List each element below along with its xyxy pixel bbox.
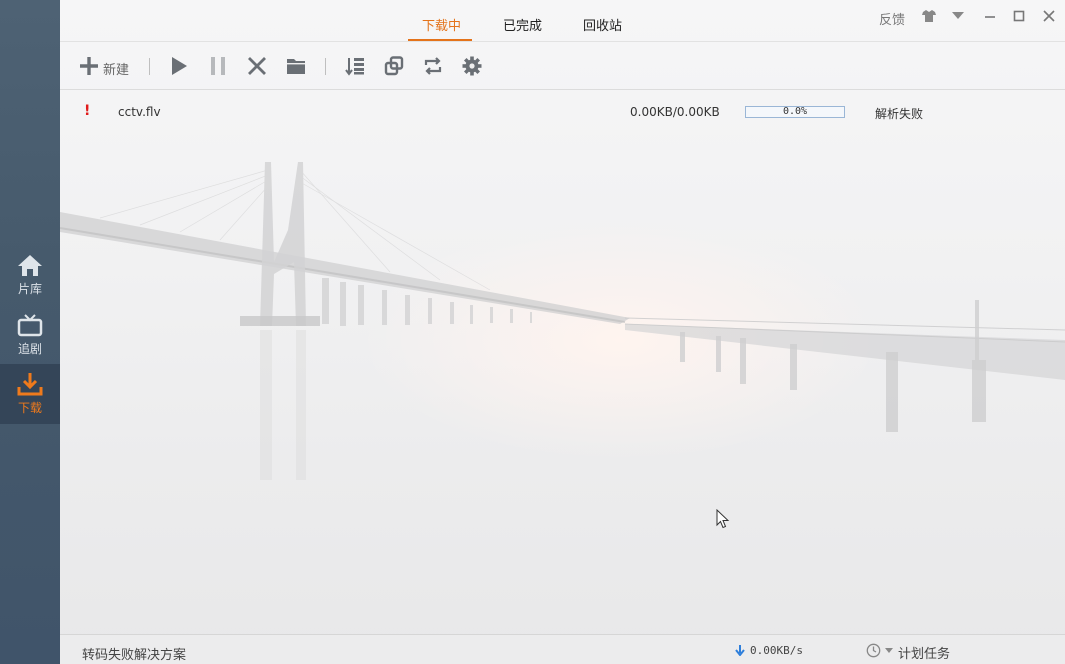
new-task-button[interactable] — [77, 54, 101, 78]
progress-text: 0.0% — [782, 106, 808, 117]
sidebar-item-download[interactable]: 下载 — [0, 364, 60, 424]
close-icon[interactable] — [1043, 10, 1055, 22]
file-size: 0.00KB/0.00KB — [630, 105, 720, 119]
home-icon — [18, 255, 42, 276]
transcode-fail-solution-link[interactable]: 转码失败解决方案 — [82, 644, 186, 663]
minimize-icon[interactable] — [984, 10, 996, 22]
download-status: 解析失败 — [875, 107, 924, 121]
sidebar-item-label: 下载 — [17, 401, 42, 415]
sidebar-item-label: 追剧 — [17, 342, 42, 356]
repeat-icon — [424, 57, 442, 75]
progress-bar: 0.0% — [745, 106, 845, 118]
x-icon — [248, 57, 266, 75]
clock-icon[interactable] — [866, 643, 881, 658]
tab-recycle-bin[interactable]: 回收站 — [583, 15, 622, 34]
file-name: cctv.flv — [118, 105, 161, 119]
plus-icon — [80, 57, 98, 75]
status-bar: 转码失败解决方案 0.00KB/s 计划任务 — [60, 634, 1065, 664]
start-button[interactable] — [167, 54, 191, 78]
folder-icon — [287, 59, 305, 74]
sidebar: 片库 追剧 下载 — [0, 0, 60, 664]
toolbar-divider — [325, 58, 326, 75]
chevron-down-icon[interactable] — [885, 648, 893, 653]
main-panel: 下载中 已完成 回收站 反馈 新建 ! cctv.flv 0.00KB/0.00… — [60, 0, 1065, 664]
sort-list-icon — [345, 58, 364, 76]
tab-completed[interactable]: 已完成 — [503, 15, 542, 34]
title-bar: 下载中 已完成 回收站 反馈 — [60, 0, 1065, 42]
sidebar-item-series[interactable]: 追剧 — [0, 306, 60, 364]
copy-button[interactable] — [382, 54, 406, 78]
sort-button[interactable] — [343, 54, 367, 78]
active-tab-indicator — [408, 39, 472, 41]
mouse-cursor-icon — [716, 509, 730, 529]
skin-shirt-icon[interactable] — [922, 10, 936, 22]
toolbar: 新建 — [60, 42, 1065, 90]
menu-dropdown-icon[interactable] — [952, 12, 964, 20]
toolbar-divider — [149, 58, 150, 75]
delete-button[interactable] — [245, 54, 269, 78]
error-icon: ! — [84, 103, 91, 119]
maximize-icon[interactable] — [1013, 10, 1025, 22]
pause-icon — [211, 57, 225, 75]
download-speed-icon — [735, 645, 745, 656]
download-row[interactable]: ! cctv.flv 0.00KB/0.00KB 0.0% 解析失败 — [60, 98, 1065, 126]
open-folder-button[interactable] — [284, 54, 308, 78]
sidebar-item-library[interactable]: 片库 — [0, 246, 60, 304]
new-task-label[interactable]: 新建 — [103, 59, 129, 78]
tv-icon — [17, 314, 43, 337]
pause-button[interactable] — [206, 54, 230, 78]
convert-button[interactable] — [421, 54, 445, 78]
scheduled-task-button[interactable]: 计划任务 — [898, 643, 950, 662]
gear-icon — [462, 56, 482, 76]
sidebar-item-label: 片库 — [17, 282, 42, 296]
play-icon — [172, 57, 187, 75]
copy-icon — [384, 56, 404, 76]
settings-button[interactable] — [460, 54, 484, 78]
download-speed: 0.00KB/s — [750, 644, 803, 657]
feedback-link[interactable]: 反馈 — [879, 9, 905, 28]
download-icon — [17, 373, 43, 396]
tab-downloading[interactable]: 下载中 — [422, 15, 461, 34]
